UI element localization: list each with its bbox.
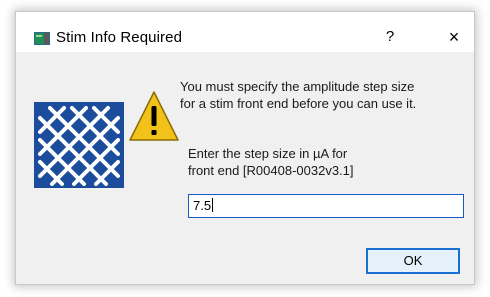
close-button[interactable]: × (434, 22, 474, 52)
ok-button[interactable]: OK (366, 248, 460, 274)
help-button[interactable]: ? (370, 22, 410, 52)
step-size-input[interactable]: 7.5 (188, 194, 464, 218)
title-bar: Stim Info Required ? × (16, 12, 474, 52)
warning-icon (129, 91, 179, 141)
text-caret (212, 198, 214, 212)
instruction-message: You must specify the amplitude step size… (180, 79, 417, 111)
blackrock-logo-icon (34, 91, 179, 188)
stim-info-dialog: Stim Info Required ? × You must specify … (16, 12, 474, 284)
app-window-icon (34, 32, 50, 45)
window-title: Stim Info Required (56, 29, 183, 46)
step-size-value: 7.5 (193, 198, 212, 213)
step-size-prompt: Enter the step size in µA for front end … (188, 146, 354, 178)
